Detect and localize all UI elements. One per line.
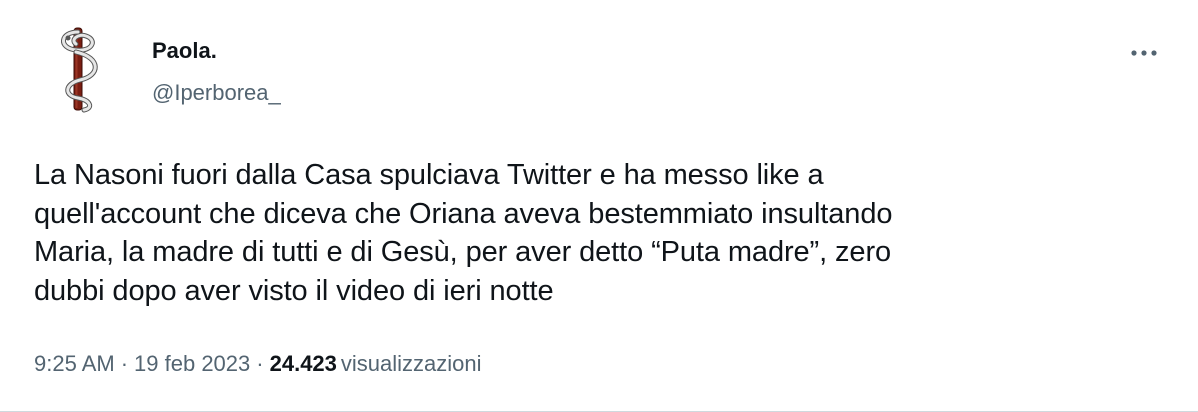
meta-separator: · — [256, 351, 264, 376]
tweet-text: La Nasoni fuori dalla Casa spulciava Twi… — [34, 159, 893, 307]
tweet-meta: 9:25 AM · 19 feb 2023 · 24.423 visualizzazion… — [34, 350, 482, 378]
author-handle[interactable]: @Iperborea_ — [152, 80, 281, 106]
author-display-name[interactable]: Paola. — [152, 38, 217, 64]
tweet-date[interactable]: 19 feb 2023 — [134, 351, 250, 376]
meta-separator: · — [120, 351, 129, 376]
avatar[interactable] — [30, 18, 126, 114]
tweet-card: Paola. @Iperborea_ La Nasoni fuori dalla… — [0, 0, 1198, 412]
views-label: visualizzazioni — [340, 351, 482, 376]
more-horizontal-icon — [1131, 50, 1157, 56]
views-count: 24.423 — [269, 351, 337, 376]
caduceus-snake-staff-icon — [61, 27, 98, 113]
tweet-time[interactable]: 9:25 AM — [34, 351, 115, 376]
more-options-button[interactable] — [1124, 40, 1164, 66]
